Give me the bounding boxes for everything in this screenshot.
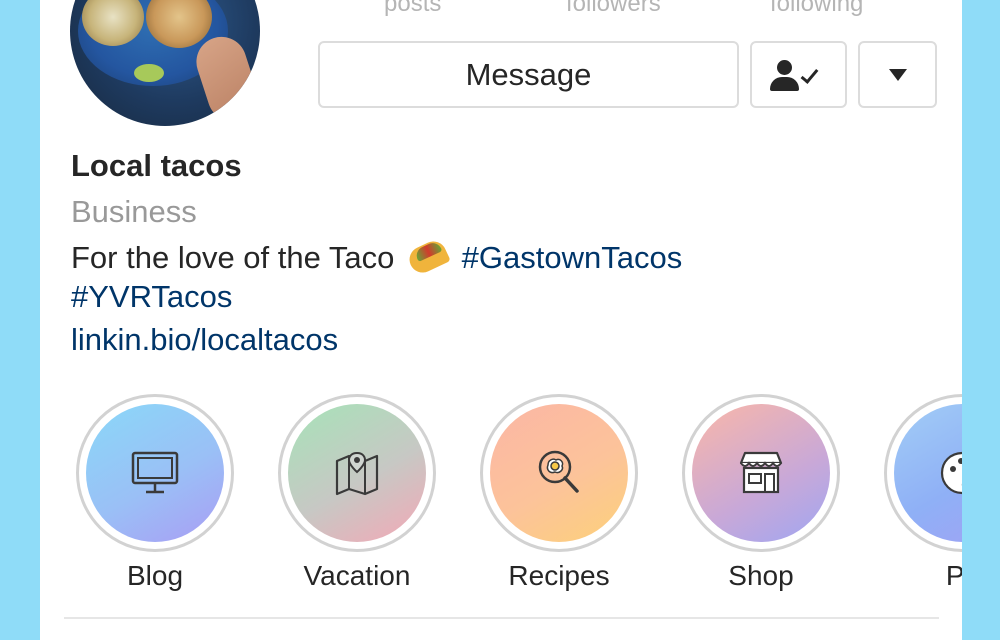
highlight-vacation[interactable]: Vacation bbox=[277, 394, 437, 592]
monitor-icon bbox=[131, 451, 179, 494]
profile-bio: For the love of the Taco #GastownTacos #… bbox=[71, 237, 831, 316]
profile-category: Business bbox=[71, 194, 197, 229]
taco-emoji-icon bbox=[405, 237, 451, 277]
highlight-label: Pri bbox=[945, 560, 962, 591]
profile-screen: posts followers following Message Local … bbox=[40, 0, 962, 640]
hashtag-gastowntacos[interactable]: #GastownTacos bbox=[462, 240, 683, 275]
highlight-pri[interactable]: Pri bbox=[883, 394, 962, 592]
hashtag-yvrtacos[interactable]: #YVRTacos bbox=[71, 279, 232, 314]
caret-down-icon bbox=[888, 68, 907, 81]
person-check-icon bbox=[769, 58, 829, 92]
bio-text: For the love of the Taco bbox=[71, 240, 395, 275]
map-icon bbox=[335, 451, 379, 496]
following-button[interactable] bbox=[750, 41, 847, 108]
message-button-label: Message bbox=[465, 56, 592, 92]
highlight-label: Vacation bbox=[303, 560, 411, 591]
profile-stats: posts followers following bbox=[380, 0, 940, 18]
frying-pan-icon bbox=[538, 450, 579, 493]
profile-website-link[interactable]: linkin.bio/localtacos bbox=[71, 322, 338, 358]
stat-followers-label[interactable]: followers bbox=[566, 0, 661, 18]
highlight-label: Blog bbox=[126, 560, 184, 591]
profile-avatar[interactable] bbox=[70, 0, 260, 126]
message-button[interactable]: Message bbox=[318, 41, 739, 108]
highlight-recipes[interactable]: Recipes bbox=[479, 394, 639, 592]
highlight-blog[interactable]: Blog bbox=[75, 394, 235, 592]
profile-name: Local tacos bbox=[71, 148, 242, 183]
storefront-icon bbox=[739, 451, 783, 494]
suggestions-dropdown-button[interactable] bbox=[858, 41, 937, 108]
stat-following-label[interactable]: following bbox=[770, 0, 863, 18]
highlight-label: Shop bbox=[728, 560, 794, 591]
palette-icon bbox=[940, 451, 962, 495]
stat-posts-label[interactable]: posts bbox=[384, 0, 441, 18]
section-divider bbox=[64, 617, 939, 619]
highlight-shop[interactable]: Shop bbox=[681, 394, 841, 592]
highlight-label: Recipes bbox=[508, 560, 610, 591]
